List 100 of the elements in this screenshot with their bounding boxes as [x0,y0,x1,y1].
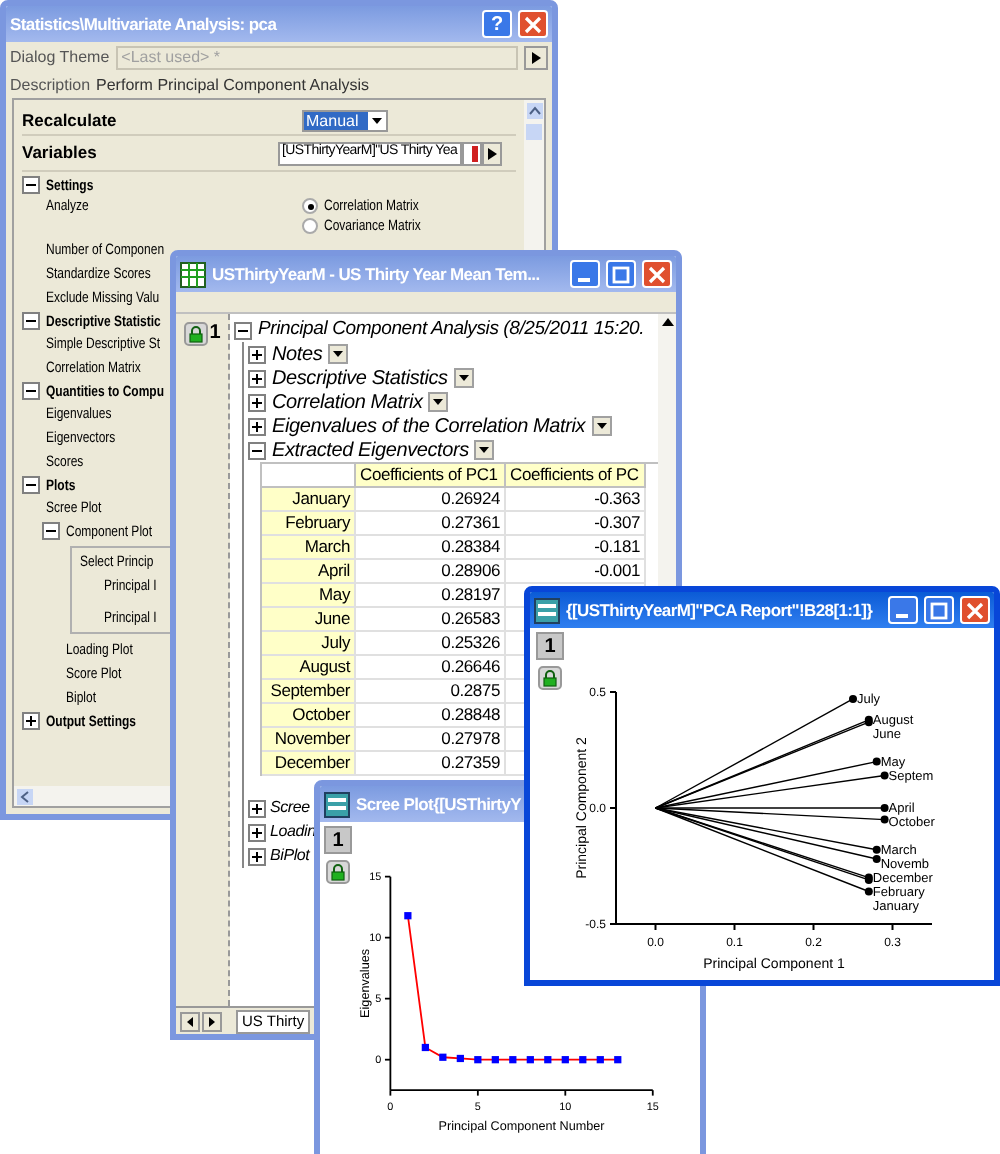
report-node-label[interactable]: Correlation Matrix [272,387,423,417]
table-cell: 0.28906 [356,560,506,584]
scroll-thumb[interactable] [526,124,542,140]
report-node-label[interactable]: Scree [270,796,310,820]
table-cell: 0.2875 [356,680,506,704]
maximize-icon [930,601,948,619]
field-label: Description [10,73,91,97]
data-point [849,694,857,703]
worksheet-icon [180,261,206,287]
data-point [596,1056,605,1064]
table-cell: 0.27359 [356,752,506,776]
column-header: Coefficients of PC1 [356,464,506,488]
play-arrow-button[interactable] [481,141,502,165]
minimize-icon [577,277,589,281]
minimize-button[interactable] [570,260,600,288]
radio-button[interactable] [302,218,318,234]
layer-button[interactable]: 1 [536,632,564,660]
dropdown-button[interactable] [474,440,495,460]
maximize-button[interactable] [606,260,636,288]
dropdown-button[interactable] [328,344,349,364]
lock-icon[interactable] [538,666,562,690]
lock-icon[interactable] [183,321,208,345]
row-header: September [262,680,356,704]
field-label: Variables [22,140,99,166]
table-cell: 0.26646 [356,656,506,680]
close-icon [648,265,666,283]
collapse-icon[interactable] [248,441,266,459]
close-button[interactable] [518,10,548,38]
data-point [509,1056,517,1064]
help-button[interactable]: ? [482,10,512,38]
recalculate-dropdown[interactable]: Manual [302,109,388,131]
layer-button[interactable]: 1 [324,826,353,854]
radio-button[interactable] [302,198,318,214]
close-button[interactable] [642,260,672,288]
row-header: May [262,584,356,608]
previous-sheet-button[interactable] [180,1011,200,1031]
scroll-left-button[interactable] [16,787,34,805]
window-title: USThirtyYearM - US Thirty Year Mean Tem... [212,261,540,287]
collapse-icon[interactable] [234,321,252,339]
table-cell: 0.28384 [356,536,506,560]
row-header: August [262,656,356,680]
dropdown-button[interactable] [453,368,474,388]
data-point [872,757,881,766]
report-node-label[interactable]: Eigenvalues of the Correlation Matrix [272,411,586,441]
expand-icon[interactable] [248,799,266,817]
dropdown-button[interactable] [428,392,449,412]
data-point [880,804,889,812]
data-point [456,1054,465,1063]
next-sheet-button[interactable] [202,1011,222,1031]
collapse-icon[interactable] [22,382,40,400]
report-node-label[interactable]: Loadin [270,820,316,844]
report-node-label[interactable]: Descriptive Statistics [272,363,448,393]
maximize-button[interactable] [924,596,954,624]
collapse-icon[interactable] [22,176,40,194]
expand-icon[interactable] [248,369,266,387]
table-cell: -0.363 [506,488,646,512]
report-node-label[interactable]: Extracted Eigenvectors [272,435,469,465]
table-cell: 0.26583 [356,608,506,632]
expand-icon[interactable] [22,712,40,730]
data-point [526,1056,535,1064]
row-header: February [262,512,356,536]
table-cell: 0.28848 [356,704,506,728]
collapse-icon[interactable] [22,476,40,494]
field-label: Recalculate [22,107,119,133]
expand-icon[interactable] [248,847,266,865]
graph-window-icon [534,597,560,623]
collapse-icon[interactable] [42,522,60,540]
table-cell: -0.307 [506,512,646,536]
minimize-button[interactable] [888,596,918,624]
expand-icon[interactable] [248,823,266,841]
table-cell: -0.181 [506,536,646,560]
window-title: Statistics\Multivariate Analysis: pca [10,11,277,37]
data-point [439,1053,447,1061]
report-node-label[interactable]: Principal Component Analysis (8/25/2011 15:20. [258,315,645,345]
description-text: Perform Principal Component Analysis [96,73,370,97]
dropdown-button[interactable] [591,416,612,436]
row-header: April [262,560,356,584]
row-header: January [262,488,356,512]
table-cell: 0.25326 [356,632,506,656]
play-arrow-button[interactable] [524,46,548,70]
close-icon [524,15,542,33]
collapse-icon[interactable] [22,312,40,330]
expand-icon[interactable] [248,417,266,435]
row-header: October [262,704,356,728]
window-title: Scree Plot{[USThirtyY [356,791,522,817]
table-picker-icon[interactable] [461,141,482,165]
data-point [880,771,889,780]
data-point [421,1043,430,1052]
expand-icon[interactable] [248,393,266,411]
report-node-label[interactable]: Notes [272,339,323,369]
report-node-label[interactable]: BiPlot [270,844,310,868]
lock-icon[interactable] [326,860,351,884]
table-cell: 0.27978 [356,728,506,752]
data-point [614,1056,622,1064]
expand-icon[interactable] [248,345,266,363]
graph-window-icon [324,791,350,817]
data-point [544,1056,552,1064]
row-header: November [262,728,356,752]
close-button[interactable] [960,596,990,624]
data-point [561,1056,570,1064]
